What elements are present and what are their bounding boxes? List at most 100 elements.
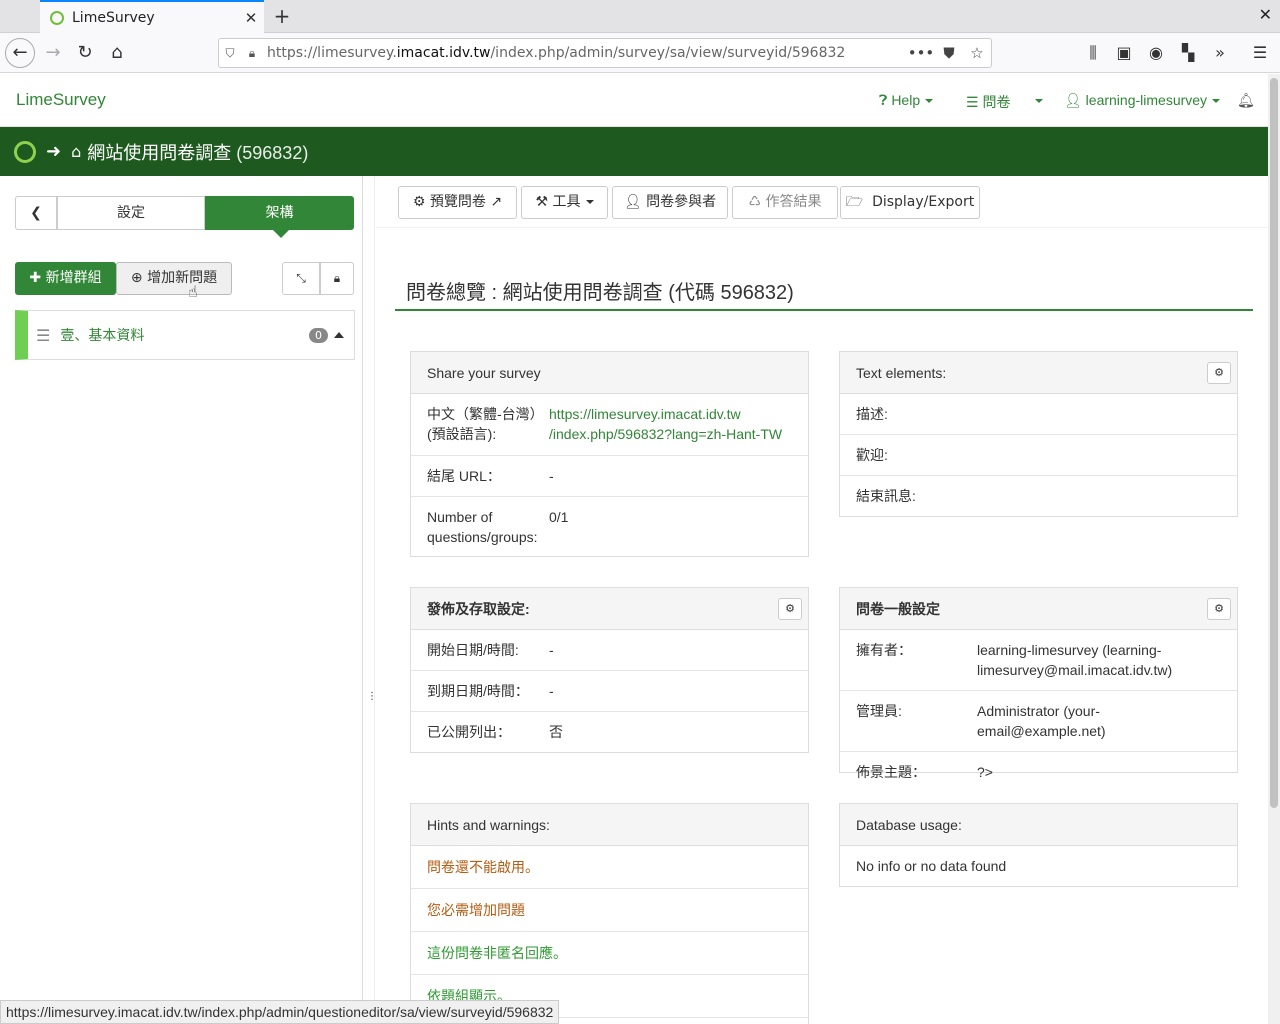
- menu-icon[interactable]: ☰: [1245, 38, 1275, 68]
- end-url-value: -: [549, 468, 554, 484]
- page-scrollbar[interactable]: [1268, 74, 1280, 1024]
- caret-down-icon: [925, 99, 934, 104]
- user-menu[interactable]: 👤︎ learning-limesurvey: [1064, 92, 1221, 109]
- breadcrumb-survey[interactable]: 網站使用問卷調查 (596832): [87, 139, 308, 165]
- scrollbar-thumb[interactable]: [1270, 78, 1278, 808]
- lock-icon: 🔒︎: [333, 271, 341, 285]
- panel-header: Hints and warnings:: [411, 804, 808, 846]
- add-question-button[interactable]: ⊕ 增加新問題: [116, 262, 232, 295]
- add-group-label: 新增群組: [45, 270, 102, 286]
- end-message-row: 結束訊息:: [840, 476, 1237, 516]
- lock-order-button[interactable]: 🔒︎: [320, 262, 354, 295]
- browser-nav-bar: ← → ↻ ⌂ ⛉ 🔒︎ https://limesurvey.imacat.i…: [0, 33, 1280, 73]
- sidebar-back-button[interactable]: ❮: [15, 196, 57, 230]
- public-listed-value: 否: [549, 724, 563, 740]
- participants-button[interactable]: 👤︎ 問卷參與者: [612, 186, 728, 219]
- question-circle-icon: ❓︎: [879, 92, 888, 108]
- owner-row: 擁有者： learning-limesurvey (learning-limesu…: [840, 630, 1237, 691]
- page-actions-icon[interactable]: •••: [907, 44, 935, 62]
- external-link-icon: ↗: [490, 194, 503, 210]
- surveys-menu[interactable]: ☰ 問卷: [966, 92, 1010, 112]
- welcome-row: 歡迎:: [840, 435, 1237, 476]
- tools-label: 工具: [552, 194, 581, 210]
- new-tab-icon[interactable]: +: [270, 3, 294, 29]
- browser-tab[interactable]: LimeSurvey ✕: [40, 0, 264, 33]
- url-bar[interactable]: ⛉ 🔒︎ https://limesurvey.imacat.idv.tw/in…: [218, 38, 992, 68]
- user-icon: 👤︎: [1064, 92, 1082, 108]
- database-message: No info or no data found: [856, 858, 1007, 874]
- responses-button[interactable]: ♺ 作答結果: [732, 186, 838, 219]
- tab-structure[interactable]: 架構: [205, 196, 354, 238]
- main-content: ⚙ 預覽問卷 ↗ ⚒ 工具 👤︎ 問卷參與者 ♺ 作答結果 🗁 Display/…: [376, 176, 1268, 1024]
- hand-cursor-icon: ☝: [188, 282, 198, 301]
- add-group-button[interactable]: ✚ 新增群組: [15, 262, 116, 295]
- tools-dropdown-button[interactable]: ⚒ 工具: [521, 186, 608, 219]
- surveys-dropdown-toggle[interactable]: [1030, 92, 1043, 108]
- question-count-label: Number of questions/groups:: [427, 509, 538, 545]
- drag-handle-icon[interactable]: ☰: [36, 326, 50, 345]
- start-date-value: -: [549, 642, 554, 658]
- extensions-icon[interactable]: ▚: [1173, 38, 1203, 68]
- share-survey-panel: Share your survey 中文（繁體-台灣）(預設語言): https…: [410, 351, 809, 557]
- language-label: 中文（繁體-台灣）(預設語言):: [427, 406, 544, 442]
- account-icon[interactable]: ◉: [1141, 38, 1171, 68]
- collapse-all-button[interactable]: ⤡: [282, 262, 320, 295]
- notification-bell-icon[interactable]: 🔔︎: [1237, 92, 1255, 109]
- add-question-label: 增加新問題: [147, 270, 218, 286]
- database-message-row: No info or no data found: [840, 846, 1237, 886]
- arrow-right-icon: ➜: [46, 141, 62, 162]
- shield-icon[interactable]: ⛉: [219, 46, 241, 61]
- home-icon[interactable]: ⌂: [71, 142, 81, 161]
- caret-up-icon[interactable]: [334, 332, 344, 338]
- end-message-label: 結束訊息:: [856, 488, 916, 504]
- close-tab-icon[interactable]: ✕: [238, 9, 264, 27]
- participants-label: 問卷參與者: [646, 194, 717, 210]
- page-title: 問卷總覽 : 網站使用問卷調查 (代碼 596832): [406, 282, 794, 304]
- plus-icon: ✚: [29, 270, 42, 286]
- expiry-date-label: 到期日期/時間：: [427, 683, 529, 699]
- display-export-button[interactable]: 🗁 Display/Export: [840, 186, 980, 219]
- lock-icon[interactable]: 🔒︎: [241, 46, 263, 61]
- panel-header: Text elements: ⚙: [840, 352, 1237, 394]
- window-close-icon[interactable]: ✕: [1259, 5, 1272, 24]
- caret-down-icon: [1212, 99, 1221, 104]
- settings-cog-button[interactable]: ⚙: [778, 598, 802, 620]
- help-label: Help: [891, 92, 921, 108]
- public-listed-label: 已公開列出：: [427, 724, 511, 740]
- owner-value: learning-limesurvey (learning-limesurvey…: [977, 642, 1173, 678]
- brand-link[interactable]: LimeSurvey: [16, 90, 106, 110]
- sidebar: ❮ 設定 架構 ✚ 新增群組 ⊕ 增加新問題 ⤡ 🔒︎ ☰ 壹、基本資料 0: [0, 176, 363, 1024]
- question-count-row: Number of questions/groups: 0/1: [411, 497, 808, 557]
- home-icon[interactable]: ⌂: [102, 38, 132, 68]
- help-menu[interactable]: ❓︎ Help: [879, 92, 934, 109]
- settings-cog-button[interactable]: ⚙: [1207, 598, 1231, 620]
- question-group-item[interactable]: ☰ 壹、基本資料 0: [15, 310, 355, 360]
- limesurvey-logo-icon[interactable]: [14, 140, 36, 163]
- user-icon: 👤︎: [623, 194, 642, 210]
- url-text[interactable]: https://limesurvey.imacat.idv.tw/index.p…: [263, 45, 907, 61]
- overflow-icon[interactable]: »: [1205, 38, 1235, 68]
- forward-icon[interactable]: →: [38, 38, 68, 68]
- back-icon[interactable]: ←: [5, 38, 35, 68]
- tab-settings[interactable]: 設定: [57, 196, 205, 230]
- survey-public-link[interactable]: https://limesurvey.imacat.idv.tw/index.p…: [549, 404, 792, 445]
- bookmark-star-icon[interactable]: ☆: [963, 44, 991, 62]
- question-count-badge: 0: [309, 327, 328, 343]
- limesurvey-favicon-icon: [50, 10, 64, 25]
- sidebar-icon[interactable]: ▣: [1109, 38, 1139, 68]
- user-label: learning-limesurvey: [1085, 92, 1208, 108]
- library-icon[interactable]: ⫼: [1078, 38, 1108, 68]
- tab-title: LimeSurvey: [72, 9, 155, 26]
- panel-header: Share your survey: [411, 352, 808, 394]
- general-settings-panel: 問卷一般設定 ⚙ 擁有者： learning-limesurvey (learnin…: [839, 587, 1238, 780]
- question-group-name[interactable]: 壹、基本資料: [60, 325, 309, 345]
- reload-icon[interactable]: ↻: [70, 38, 100, 68]
- preview-survey-button[interactable]: ⚙ 預覽問卷 ↗: [398, 186, 517, 219]
- panel-header: Database usage:: [840, 804, 1237, 846]
- sidebar-resize-handle[interactable]: ⋮: [363, 176, 377, 1024]
- pocket-icon[interactable]: ⛊: [935, 44, 963, 62]
- end-url-row: 結尾 URL： -: [411, 456, 808, 497]
- settings-cog-button[interactable]: ⚙: [1207, 362, 1231, 384]
- question-count-value: 0/1: [549, 509, 569, 525]
- database-usage-panel: Database usage: No info or no data found: [839, 803, 1238, 887]
